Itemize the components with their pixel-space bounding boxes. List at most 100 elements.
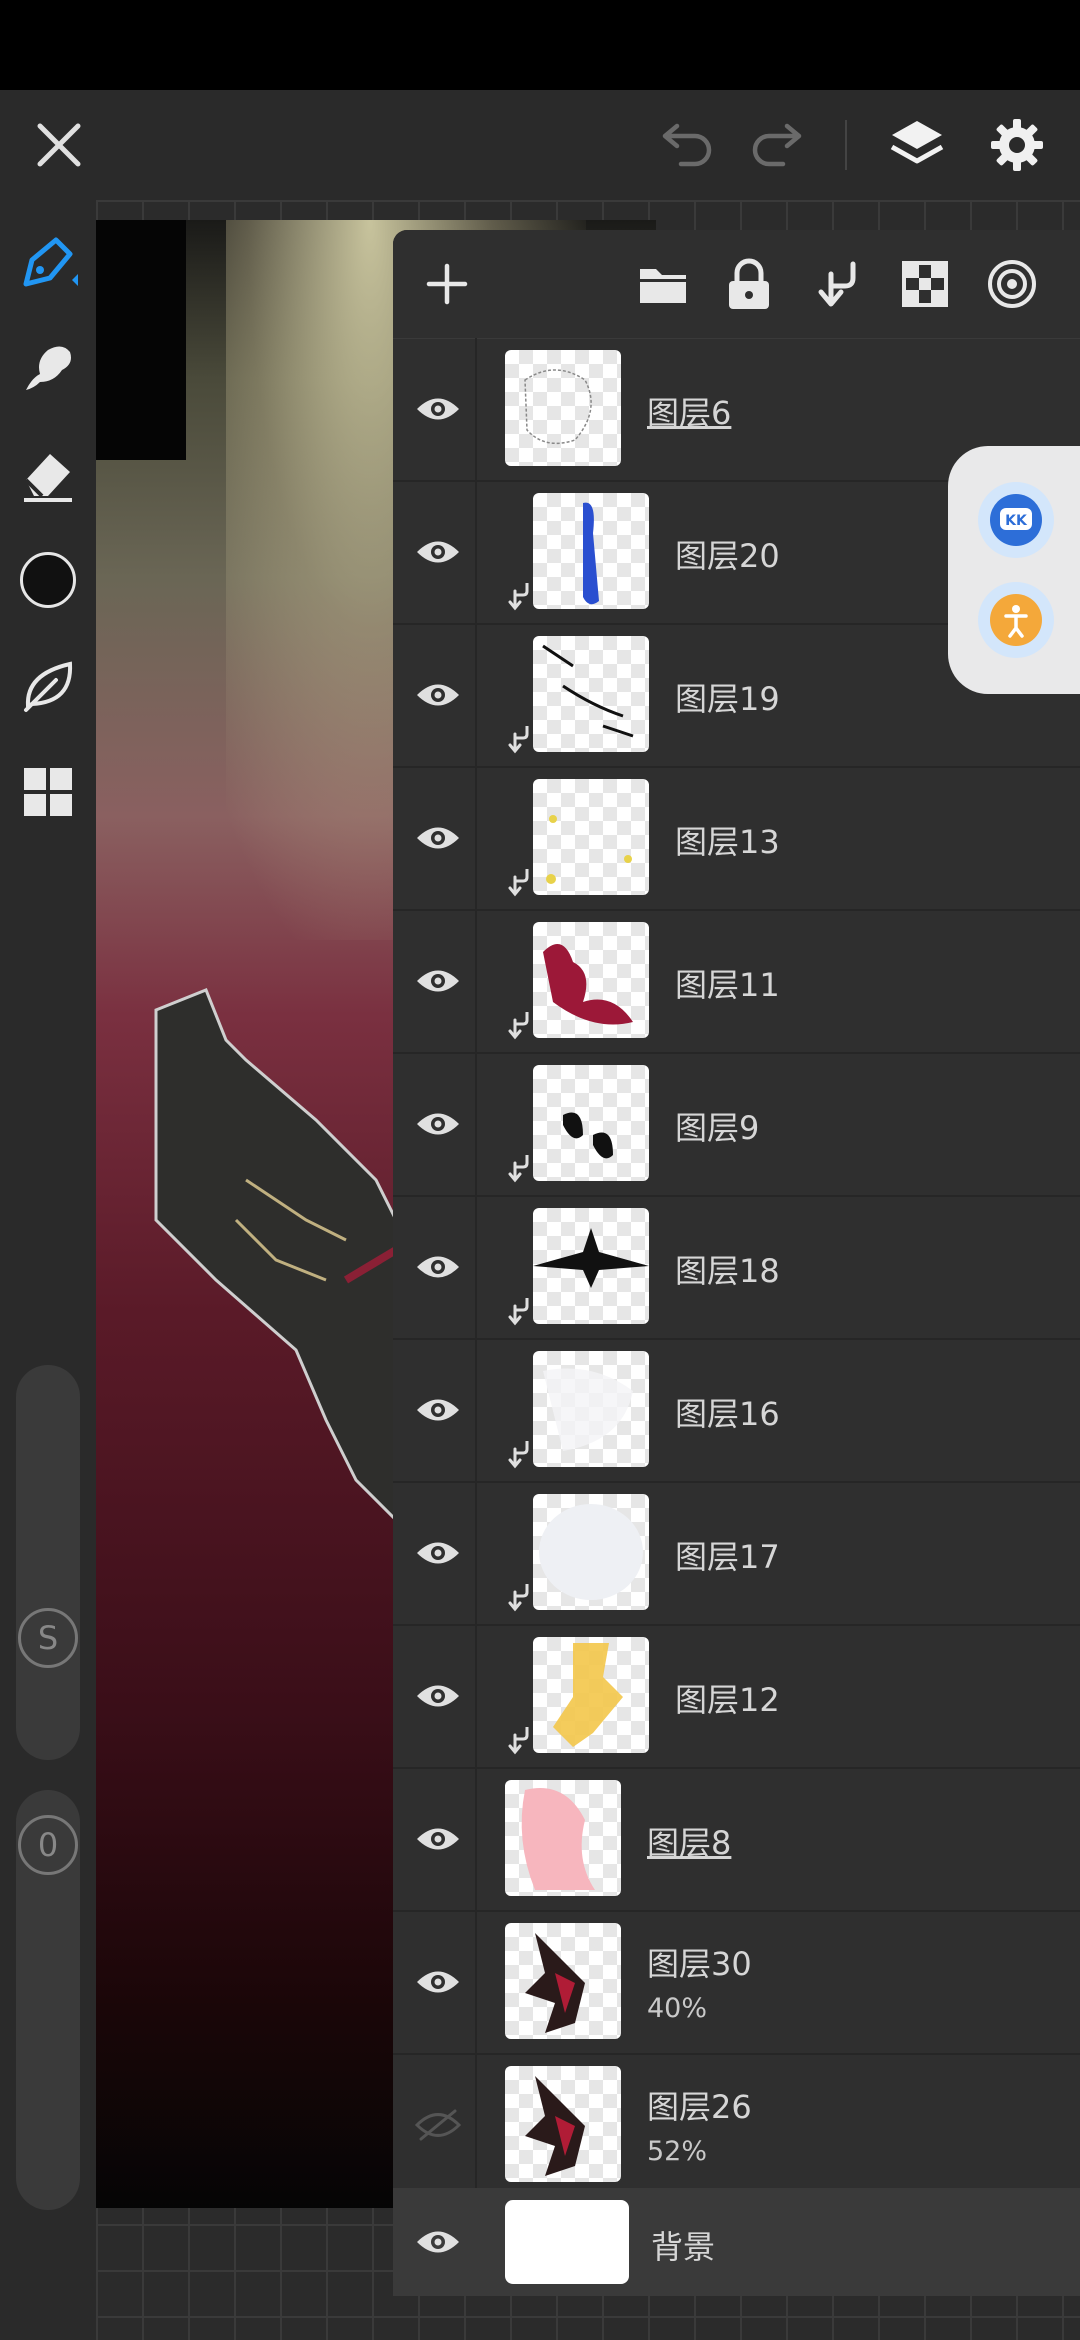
background-layer-name: 背景 (651, 2228, 716, 2266)
svg-text:KK: KK (1005, 513, 1028, 529)
layer-opacity: 52% (647, 2136, 708, 2167)
layer-name: 图层8 (647, 1824, 732, 1862)
layer-thumbnail (505, 2066, 621, 2182)
eye-icon (417, 684, 459, 706)
eye-icon (417, 1971, 459, 1993)
layer-name: 图层16 (675, 1395, 780, 1433)
layer-row[interactable]: 图层13 (393, 767, 1080, 911)
layer-name: 图层19 (675, 680, 780, 718)
background-thumbnail (505, 2200, 629, 2284)
add-icon (426, 263, 468, 305)
undo-button[interactable] (642, 100, 732, 190)
layer-row[interactable]: 图层12 (393, 1625, 1080, 1769)
leaf-icon (24, 661, 73, 712)
visibility-toggle[interactable] (413, 1671, 463, 1721)
background-layer-row[interactable]: 背景 (393, 2188, 1080, 2296)
visibility-toggle[interactable] (413, 1528, 463, 1578)
reference-button[interactable] (980, 252, 1044, 316)
close-button[interactable] (14, 100, 104, 190)
eye-icon (417, 1399, 459, 1421)
visibility-toggle[interactable] (413, 1957, 463, 2007)
layers-button[interactable] (872, 100, 962, 190)
brush-size-knob[interactable]: S (18, 1608, 78, 1668)
eye-icon (417, 1685, 459, 1707)
gallery-grid-icon (24, 768, 72, 816)
layer-row[interactable]: 图层8 (393, 1768, 1080, 1912)
redo-icon (752, 123, 802, 167)
visibility-toggle[interactable] (413, 527, 463, 577)
visibility-toggle[interactable] (413, 813, 463, 863)
alpha-lock-button[interactable] (893, 252, 957, 316)
layer-row[interactable]: 图层26 52% (393, 2054, 1080, 2198)
eye-icon (417, 398, 459, 420)
top-toolbar (0, 90, 1080, 200)
eye-icon (417, 2231, 459, 2253)
leaf-tool[interactable] (8, 646, 88, 726)
layer-name: 图层9 (675, 1109, 760, 1147)
layer-name: 图层30 (647, 1945, 752, 1983)
layer-name: 图层6 (647, 394, 732, 432)
layer-thumbnail (533, 1065, 649, 1181)
layers-icon (890, 121, 944, 164)
clipping-indicator-icon (505, 581, 531, 611)
visibility-toggle[interactable] (413, 956, 463, 1006)
brush-size-slider[interactable]: S (16, 1365, 80, 1760)
visibility-toggle[interactable] (413, 1385, 463, 1435)
eye-icon (417, 1828, 459, 1850)
visibility-toggle[interactable] (413, 1242, 463, 1292)
visibility-toggle[interactable] (413, 1099, 463, 1149)
layer-thumbnail (533, 779, 649, 895)
layer-row[interactable]: 图层17 (393, 1482, 1080, 1626)
smudge-icon (26, 346, 71, 390)
settings-button[interactable] (972, 100, 1062, 190)
eye-icon (417, 827, 459, 849)
visibility-toggle[interactable] (413, 384, 463, 434)
clipping-indicator-icon (505, 1582, 531, 1612)
clipping-indicator-icon (505, 867, 531, 897)
lock-icon (729, 258, 769, 309)
add-layer-button[interactable] (415, 252, 479, 316)
visibility-toggle[interactable] (413, 670, 463, 720)
layer-thumbnail (533, 1351, 649, 1467)
eye-icon (417, 970, 459, 992)
close-icon (37, 123, 81, 167)
color-swatch[interactable] (8, 540, 88, 620)
layer-name: 图层17 (675, 1538, 780, 1576)
folder-button[interactable] (631, 252, 695, 316)
brush-opacity-knob[interactable]: 0 (18, 1815, 78, 1875)
accessibility-assistant-button[interactable] (978, 582, 1054, 658)
visibility-toggle[interactable] (413, 1814, 463, 1864)
layer-row[interactable]: 图层11 (393, 910, 1080, 1054)
layer-row[interactable]: 图层16 (393, 1339, 1080, 1483)
layer-thumbnail (533, 1494, 649, 1610)
clipping-indicator-icon (505, 1725, 531, 1755)
layer-row[interactable]: 图层9 (393, 1053, 1080, 1197)
layer-name: 图层26 (647, 2088, 752, 2126)
settings-icon (991, 119, 1043, 171)
pen-tool[interactable] (8, 222, 88, 302)
eye-icon (417, 1542, 459, 1564)
clip-button[interactable] (805, 252, 869, 316)
floating-assistant-widget: KK (948, 446, 1080, 694)
layer-row[interactable]: 图层18 (393, 1196, 1080, 1340)
layer-name: 图层13 (675, 823, 780, 861)
layer-thumbnail (533, 1208, 649, 1324)
eraser-tool[interactable] (8, 434, 88, 514)
color-swatch-circle (20, 552, 76, 608)
gallery-button[interactable] (8, 752, 88, 832)
redo-button[interactable] (732, 100, 822, 190)
layer-thumbnail (533, 922, 649, 1038)
visibility-toggle[interactable] (413, 2217, 463, 2267)
layer-opacity: 40% (647, 1993, 708, 2024)
lock-button[interactable] (717, 252, 781, 316)
kk-assistant-button[interactable]: KK (978, 482, 1054, 558)
layer-name: 图层12 (675, 1681, 780, 1719)
layer-name: 图层18 (675, 1252, 780, 1290)
layer-row[interactable]: 图层30 40% (393, 1911, 1080, 2055)
layer-thumbnail (533, 493, 649, 609)
undo-icon (662, 123, 712, 167)
visibility-toggle[interactable] (413, 2100, 463, 2150)
smudge-tool[interactable] (8, 328, 88, 408)
clipping-indicator-icon (505, 1439, 531, 1469)
brush-opacity-slider[interactable]: 0 (16, 1790, 80, 2210)
